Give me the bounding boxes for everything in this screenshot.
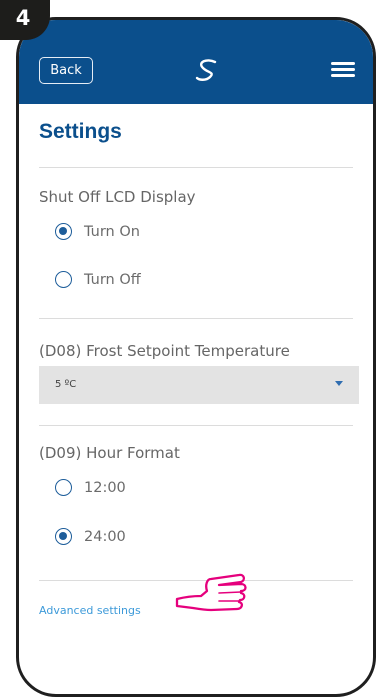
radio-label: Turn Off xyxy=(84,271,141,288)
divider xyxy=(39,318,353,319)
step-number: 4 xyxy=(15,6,31,30)
chevron-down-icon xyxy=(335,381,343,386)
select-value: 5 ºC xyxy=(55,379,77,390)
hamburger-menu-icon[interactable] xyxy=(331,62,355,78)
radio-label: 24:00 xyxy=(84,528,126,545)
hour-format-label: (D09) Hour Format xyxy=(39,444,180,462)
pointing-hand-icon xyxy=(175,573,247,612)
radio-turn-off[interactable]: Turn Off xyxy=(55,271,141,288)
radio-24h[interactable]: 24:00 xyxy=(55,528,126,545)
salus-swirl-icon xyxy=(195,59,217,81)
frost-setpoint-select[interactable]: 5 ºC xyxy=(39,366,359,404)
divider xyxy=(39,425,353,426)
app-header: Back xyxy=(19,20,373,104)
back-button[interactable]: Back xyxy=(39,57,93,84)
lcd-section-label: Shut Off LCD Display xyxy=(39,188,196,206)
divider xyxy=(39,167,353,168)
radio-label: 12:00 xyxy=(84,479,126,496)
frost-section-label: (D08) Frost Setpoint Temperature xyxy=(39,342,290,360)
radio-12h[interactable]: 12:00 xyxy=(55,479,126,496)
page-title: Settings xyxy=(39,120,122,143)
radio-checked-icon[interactable] xyxy=(55,223,72,240)
radio-label: Turn On xyxy=(84,223,140,240)
radio-turn-on[interactable]: Turn On xyxy=(55,223,140,240)
advanced-settings-link[interactable]: Advanced settings xyxy=(39,604,141,617)
radio-unchecked-icon[interactable] xyxy=(55,479,72,496)
radio-unchecked-icon[interactable] xyxy=(55,271,72,288)
radio-checked-icon[interactable] xyxy=(55,528,72,545)
